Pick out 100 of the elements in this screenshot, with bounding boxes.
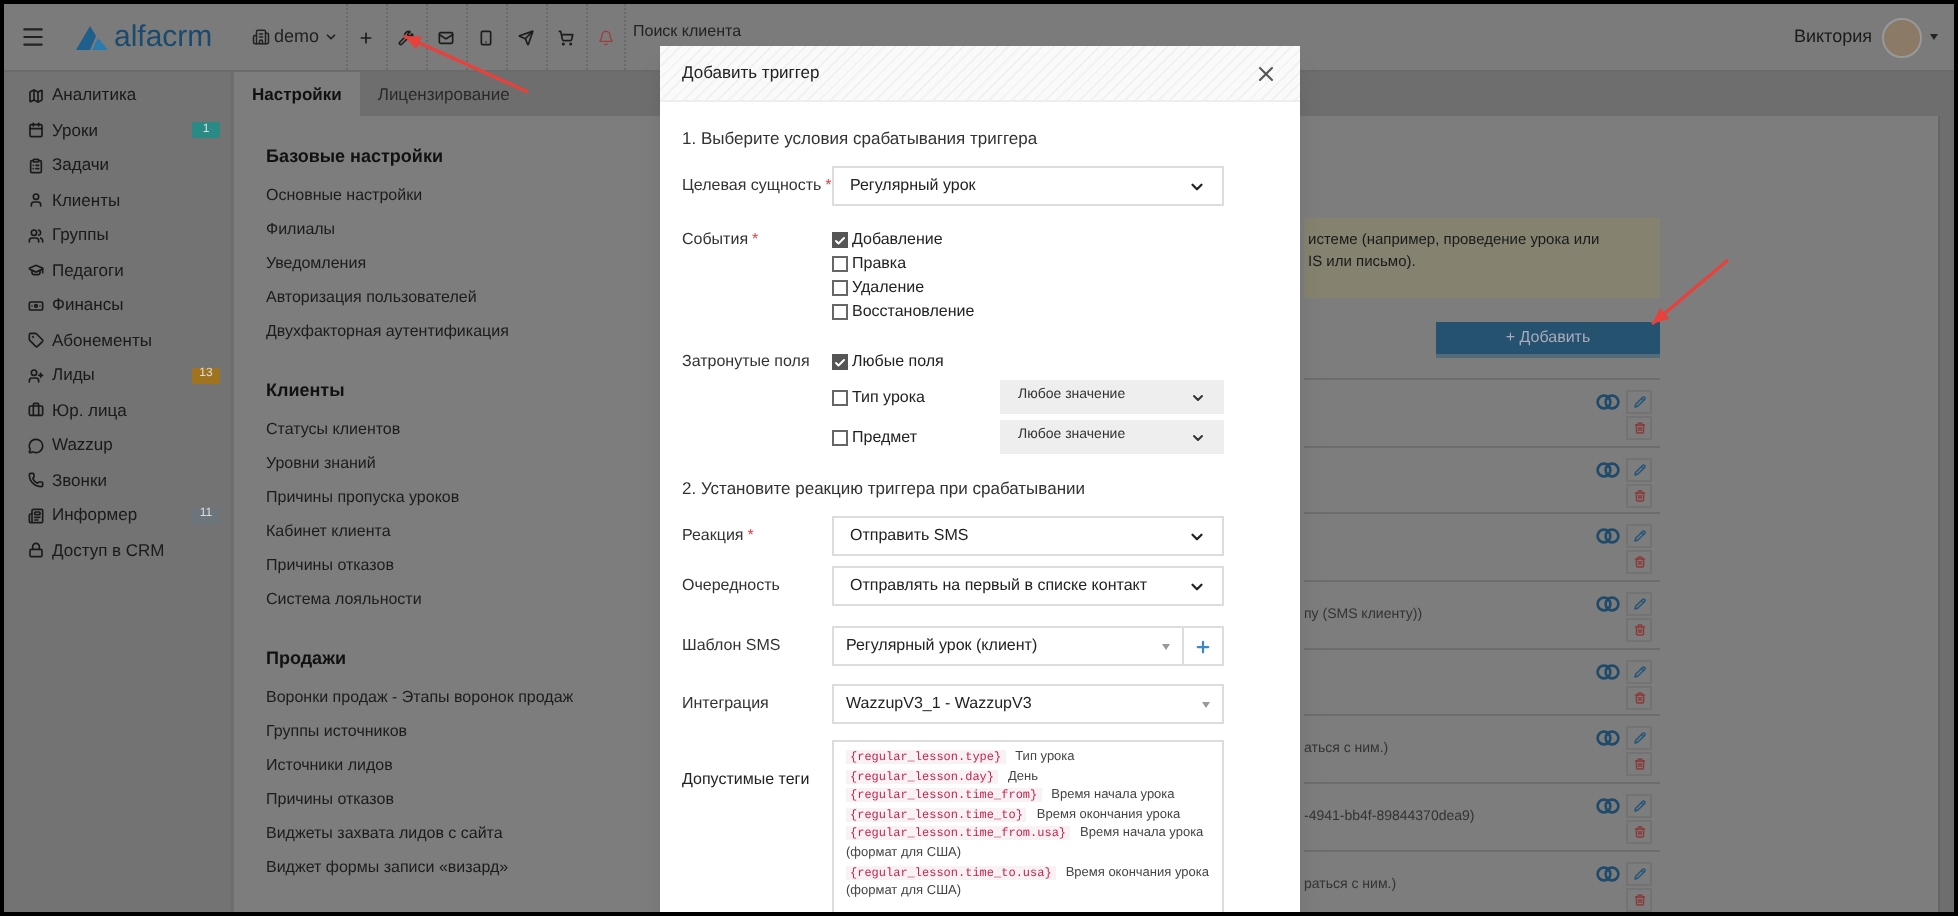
select-field[interactable]: Регулярный урок: [832, 166, 1224, 206]
checkbox[interactable]: [832, 232, 848, 248]
settings-link[interactable]: Авторизация пользователей: [266, 288, 477, 322]
add-template-button[interactable]: [1184, 626, 1224, 666]
envelope-icon: [438, 29, 455, 45]
close-button[interactable]: [1254, 61, 1278, 85]
edit-button[interactable]: [1626, 457, 1652, 482]
user-name[interactable]: Виктория: [1793, 23, 1872, 51]
edit-button[interactable]: [1626, 726, 1652, 751]
settings-link[interactable]: Виджеты захвата лидов с сайта: [266, 824, 503, 858]
checkbox-label[interactable]: Любые поля: [852, 350, 944, 374]
pencil-icon: [1633, 800, 1645, 813]
toggle-icon[interactable]: [1596, 528, 1620, 545]
select-field[interactable]: Отправлять на первый в списке контакт: [832, 566, 1224, 606]
settings-link[interactable]: Воронки продаж - Этапы воронок продаж: [266, 688, 574, 722]
toggle-icon[interactable]: [1596, 865, 1620, 882]
user-plus-icon: [28, 367, 44, 384]
settings-link[interactable]: Кабинет клиента: [266, 522, 391, 556]
checkbox[interactable]: [832, 429, 848, 445]
edit-button[interactable]: [1626, 794, 1652, 819]
select-field[interactable]: Регулярный урок (клиент): [832, 626, 1184, 666]
trash-icon: [1633, 422, 1645, 434]
settings-link[interactable]: Двухфакторная аутентификация: [266, 322, 509, 356]
sidebar-item[interactable]: Юр. лица: [4, 393, 230, 428]
settings-link[interactable]: Основные настройки: [266, 186, 423, 220]
delete-button[interactable]: [1626, 483, 1652, 508]
edit-button[interactable]: [1626, 390, 1652, 414]
toggle-icon[interactable]: [1596, 596, 1620, 613]
delete-button[interactable]: [1626, 416, 1652, 440]
tab[interactable]: Настройки: [234, 72, 360, 116]
sidebar-item[interactable]: Финансы: [4, 288, 230, 323]
bell-icon: [597, 29, 614, 45]
settings-link[interactable]: Причины отказов: [266, 790, 394, 824]
sidebar-item[interactable]: Wazzup: [4, 428, 230, 463]
sidebar-item[interactable]: Звонки: [4, 463, 230, 498]
checkbox-label[interactable]: Удаление: [852, 276, 925, 300]
checkbox[interactable]: [832, 389, 848, 405]
avatar[interactable]: [1882, 17, 1922, 57]
section-title: 1. Выберите условия срабатывания триггера: [682, 126, 1040, 150]
select-field[interactable]: Отправить SMS: [832, 516, 1224, 556]
delete-button[interactable]: [1626, 752, 1652, 777]
settings-link[interactable]: Виджет формы записи «визард»: [266, 858, 509, 892]
settings-link[interactable]: Уровни знаний: [266, 454, 376, 488]
edit-button[interactable]: [1626, 592, 1652, 617]
toggle-icon[interactable]: [1596, 663, 1620, 680]
branch-selector[interactable]: demo: [244, 23, 346, 51]
edit-button[interactable]: [1626, 524, 1652, 549]
settings-link[interactable]: Источники лидов: [266, 756, 393, 790]
checkbox-label[interactable]: Предмет: [852, 425, 917, 449]
users-icon: [28, 227, 44, 244]
sidebar-item[interactable]: Педагоги: [4, 253, 230, 288]
delete-button[interactable]: [1626, 618, 1652, 643]
checkbox-label[interactable]: Правка: [852, 252, 907, 276]
sidebar-item[interactable]: Задачи: [4, 148, 230, 183]
checkbox[interactable]: [832, 256, 848, 272]
settings-link[interactable]: Статусы клиентов: [266, 420, 401, 454]
checkbox-label[interactable]: Тип урока: [852, 385, 925, 409]
add-trigger-button[interactable]: + Добавить: [1436, 322, 1660, 358]
settings-link[interactable]: Причины отказов: [266, 556, 394, 590]
logo[interactable]: alfacrm: [76, 22, 236, 52]
notifications-button[interactable]: [585, 4, 626, 70]
settings-link[interactable]: Уведомления: [266, 254, 367, 288]
toggle-icon[interactable]: [1596, 394, 1620, 410]
sidebar-item[interactable]: Аналитика: [4, 78, 230, 113]
settings-link[interactable]: Система лояльности: [266, 590, 422, 624]
trash-icon: [1633, 489, 1645, 502]
pencil-icon: [1633, 463, 1645, 476]
sidebar-item[interactable]: Абонементы: [4, 323, 230, 358]
sidebar-item[interactable]: Группы: [4, 218, 230, 253]
search-field[interactable]: Поиск клиента: [633, 20, 934, 42]
checkbox[interactable]: [832, 280, 848, 296]
trash-icon: [1633, 556, 1645, 569]
edit-button[interactable]: [1626, 659, 1652, 684]
sidebar-item[interactable]: Клиенты: [4, 183, 230, 218]
caret-icon: [1162, 643, 1170, 649]
map-icon: [28, 87, 44, 104]
select-field[interactable]: WazzupV3_1 - WazzupV3: [832, 684, 1224, 724]
edit-button[interactable]: [1626, 861, 1652, 886]
settings-link[interactable]: Филиалы: [266, 220, 336, 254]
delete-button[interactable]: [1626, 685, 1652, 710]
toggle-icon[interactable]: [1596, 798, 1620, 815]
plus-icon: [1194, 637, 1212, 655]
toggle-icon[interactable]: [1596, 461, 1620, 478]
sidebar-item[interactable]: Доступ в CRM: [4, 533, 230, 568]
delete-button[interactable]: [1626, 550, 1652, 575]
graduation-cap-icon: [28, 262, 44, 279]
tab[interactable]: Лицензирование: [359, 72, 528, 116]
delete-button[interactable]: [1626, 820, 1652, 845]
settings-link[interactable]: Причины пропуска уроков: [266, 488, 460, 522]
checkbox-label[interactable]: Добавление: [852, 228, 943, 252]
checkbox-label[interactable]: Восстановление: [852, 300, 975, 324]
settings-link[interactable]: Группы источников: [266, 722, 408, 756]
delete-button[interactable]: [1626, 887, 1652, 912]
pencil-icon: [1633, 530, 1645, 543]
checkbox[interactable]: [832, 354, 848, 370]
checkbox[interactable]: [832, 304, 848, 320]
toggle-icon[interactable]: [1596, 730, 1620, 747]
caret-icon: [1202, 701, 1210, 707]
chat-bubble-icon: [28, 437, 44, 454]
field-label: Целевая сущность: [682, 174, 822, 198]
